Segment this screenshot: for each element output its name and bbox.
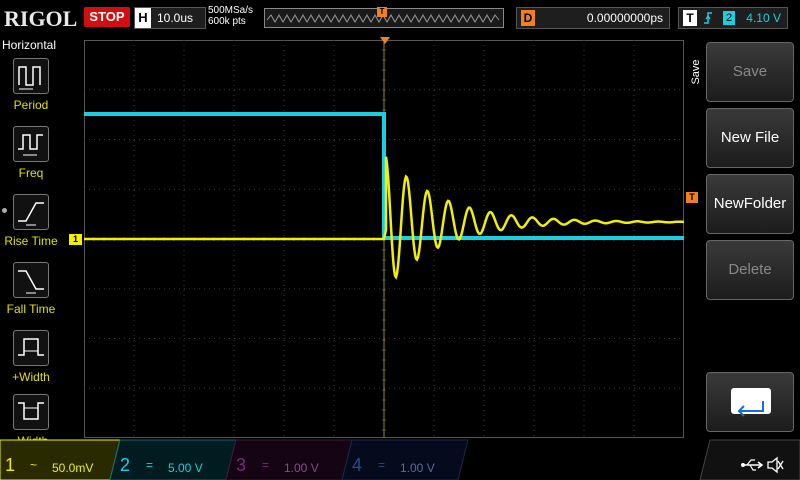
sample-rate: 500MSa/s (208, 5, 254, 16)
acquisition-info: 500MSa/s 600k pts (208, 5, 253, 27)
measure-fall-time-label: Fall Time (6, 302, 56, 316)
new-file-button[interactable]: New File (706, 108, 794, 168)
channel-3-status[interactable]: 3 = 1.00 V (232, 440, 342, 480)
waveform-display[interactable] (83, 39, 685, 438)
trigger-level: 4.10 V (746, 11, 781, 25)
rise-time-icon (13, 194, 49, 230)
memory-timeline[interactable]: T (264, 7, 504, 28)
delete-button[interactable]: Delete (706, 240, 794, 300)
menu-tab-save: Save (688, 44, 702, 104)
delay-indicator[interactable]: D 0.00000000ps (516, 7, 670, 29)
ch3-scale: 1.00 V (284, 461, 319, 475)
channel-1-status[interactable]: 1 ~ 50.0mV (0, 440, 110, 480)
measure-period-label: Period (13, 98, 49, 112)
menu-tab-label: Save (690, 59, 702, 85)
ch3-coupling-icon: = (262, 458, 270, 472)
run-stop-status[interactable]: STOP (84, 7, 130, 27)
trigger-indicator[interactable]: T 2 4.10 V (678, 7, 788, 29)
ch1-offset-marker[interactable]: 1 (69, 234, 82, 245)
positive-width-icon (13, 330, 49, 366)
ch2-scale: 5.00 V (168, 461, 203, 475)
ch4-scale: 1.00 V (400, 461, 435, 475)
trigger-label: T (683, 10, 697, 26)
delay-value: 0.00000000ps (586, 11, 663, 25)
ch1-coupling-icon: ~ (30, 458, 38, 472)
measure-positive-width-label: +Width (12, 370, 50, 384)
timebase-label: H (135, 8, 151, 28)
ch3-number: 3 (236, 455, 247, 475)
measure-frequency-label: Freq (18, 166, 44, 180)
memory-depth: 600k pts (208, 16, 246, 27)
ch4-coupling-icon: = (378, 458, 386, 472)
ch4-number: 4 (352, 455, 363, 475)
ch1-scale: 50.0mV (52, 461, 94, 475)
negative-width-icon (13, 394, 49, 430)
fall-time-icon (13, 262, 49, 298)
new-folder-button[interactable]: NewFolder (706, 174, 794, 234)
ch2-coupling-icon: = (146, 458, 154, 472)
rising-edge-icon (704, 12, 712, 24)
trigger-level-marker[interactable]: T (686, 192, 698, 203)
period-icon (13, 58, 49, 94)
selection-dot (2, 208, 7, 213)
ch2-number: 2 (120, 455, 131, 475)
brand-logo: RIGOL (4, 6, 78, 31)
frequency-icon (13, 126, 49, 162)
timebase-value: 10.0us (157, 11, 194, 25)
delay-label: D (521, 10, 535, 26)
trigger-position-marker: T (377, 7, 387, 17)
channel-2-status[interactable]: 2 = 5.00 V (116, 440, 226, 480)
ch1-number: 1 (5, 455, 16, 475)
trigger-time-marker[interactable] (380, 37, 390, 44)
timebase-indicator[interactable]: H 10.0us (134, 7, 206, 29)
menu-title: Horizontal (2, 38, 57, 52)
enter-return-icon (731, 388, 771, 417)
graticule (83, 39, 685, 438)
sound-muted-icon[interactable] (766, 456, 784, 474)
save-button[interactable]: Save (706, 42, 794, 102)
enter-button[interactable] (706, 372, 794, 432)
channel-4-status[interactable]: 4 = 1.00 V (348, 440, 458, 480)
usb-icon (741, 459, 764, 471)
measure-rise-time-label: Rise Time (4, 234, 58, 248)
trigger-source: 2 (723, 11, 735, 25)
